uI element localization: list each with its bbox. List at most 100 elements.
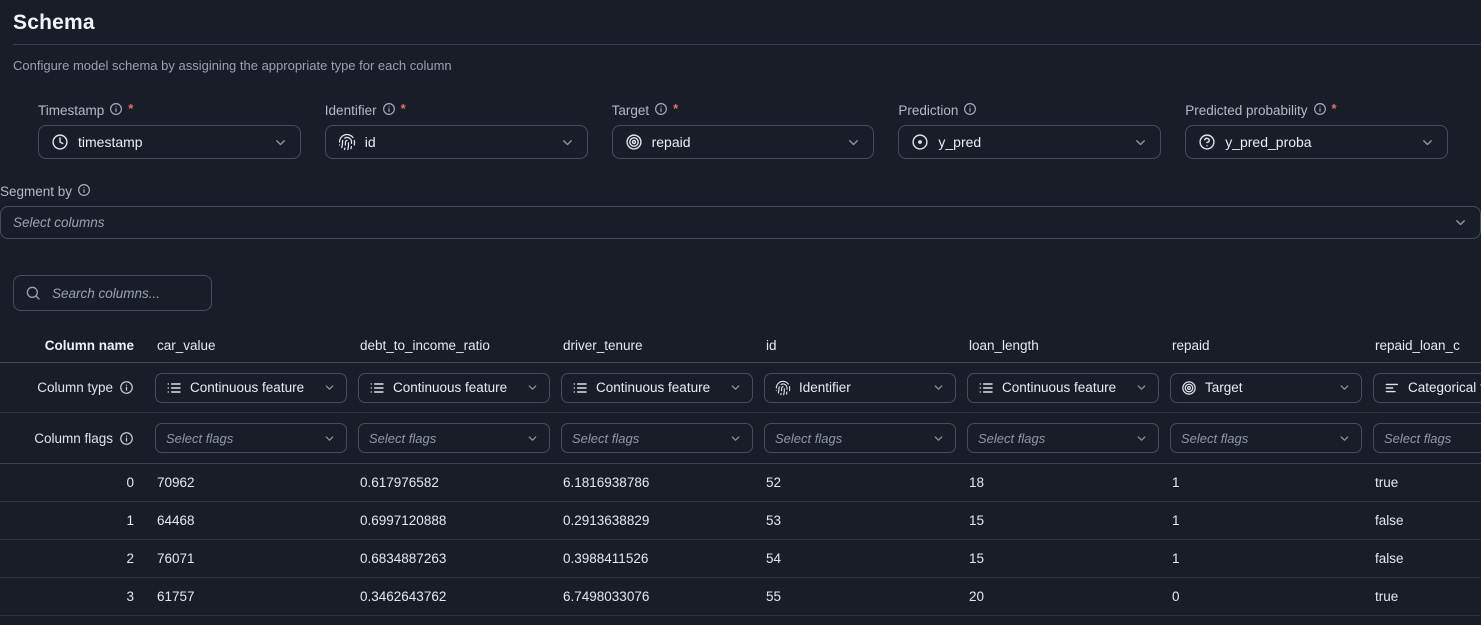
column-flags-header: Column flags: [0, 431, 155, 446]
target-select[interactable]: repaid: [612, 125, 875, 159]
flags-placeholder: Select flags: [978, 431, 1045, 446]
list-icon: [572, 380, 588, 396]
column-type-value: Identifier: [799, 380, 851, 395]
cell-loan-length: 20: [967, 589, 1170, 604]
prediction-label-row: Prediction: [898, 103, 1161, 118]
cell-repaid: 1: [1170, 551, 1373, 566]
cell-driver-tenure: 6.7498033076: [561, 589, 764, 604]
row-index: 1: [0, 513, 155, 528]
column-type-select-driver-tenure[interactable]: Continuous feature: [561, 373, 753, 403]
cell-id: 53: [764, 513, 967, 528]
column-flags-select-debt-to-income-ratio[interactable]: Select flags: [358, 423, 550, 453]
chevron-down-icon: [1338, 432, 1351, 445]
fingerprint-icon: [338, 133, 356, 151]
cell-debt-to-income-ratio: 0.3462643762: [358, 589, 561, 604]
cell-car-value: 61757: [155, 589, 358, 604]
column-flags-select-repaid[interactable]: Select flags: [1170, 423, 1362, 453]
segment-by-select[interactable]: Select columns: [0, 206, 1481, 239]
page-title: Schema: [13, 11, 1481, 35]
cell-driver-tenure: 0.3988411526: [561, 551, 764, 566]
required-asterisk: *: [673, 101, 678, 116]
column-flags-select-id[interactable]: Select flags: [764, 423, 956, 453]
column-type-row: Column type Continuous feature Continuou…: [0, 363, 1481, 413]
search-input[interactable]: [50, 285, 200, 302]
column-header-repaid-loan-c: repaid_loan_c: [1373, 338, 1481, 353]
info-icon[interactable]: [654, 102, 668, 116]
column-flags-select-car-value[interactable]: Select flags: [155, 423, 347, 453]
chevron-down-icon: [1338, 381, 1351, 394]
cell-debt-to-income-ratio: 0.6834887263: [358, 551, 561, 566]
column-type-select-debt-to-income-ratio[interactable]: Continuous feature: [358, 373, 550, 403]
cell-loan-length: 15: [967, 513, 1170, 528]
flags-placeholder: Select flags: [1181, 431, 1248, 446]
info-icon[interactable]: [382, 102, 396, 116]
chevron-down-icon: [323, 432, 336, 445]
identifier-select-value: id: [365, 134, 376, 150]
chevron-down-icon: [932, 432, 945, 445]
column-type-value: Continuous feature: [190, 380, 304, 395]
cell-repaid-loan-c: false: [1373, 513, 1481, 528]
table-row: 1 64468 0.6997120888 0.2913638829 53 15 …: [0, 502, 1481, 540]
identifier-select[interactable]: id: [325, 125, 588, 159]
table-header-row: Column name car_value debt_to_income_rat…: [0, 329, 1481, 363]
column-flags-row: Column flags Select flags Select flags S…: [0, 413, 1481, 464]
column-type-select-repaid[interactable]: Target: [1170, 373, 1362, 403]
column-flags-select-driver-tenure[interactable]: Select flags: [561, 423, 753, 453]
column-flags-select-loan-length[interactable]: Select flags: [967, 423, 1159, 453]
circle-dot-icon: [911, 133, 929, 151]
segment-by-placeholder: Select columns: [13, 215, 105, 230]
predicted-probability-label: Predicted probability: [1185, 103, 1307, 118]
info-icon[interactable]: [1313, 102, 1327, 116]
row-index: 3: [0, 589, 155, 604]
cell-repaid: 1: [1170, 513, 1373, 528]
prediction-select[interactable]: y_pred: [898, 125, 1161, 159]
chevron-down-icon: [1135, 381, 1148, 394]
search-icon: [25, 285, 41, 301]
chevron-down-icon: [846, 135, 861, 150]
info-icon[interactable]: [77, 183, 91, 197]
chevron-down-icon: [1420, 135, 1435, 150]
table-row: 0 70962 0.617976582 6.1816938786 52 18 1…: [0, 464, 1481, 502]
segment-by-row: Segment by Select columns: [0, 184, 1481, 239]
column-name-header: Column name: [0, 338, 155, 353]
column-type-select-loan-length[interactable]: Continuous feature: [967, 373, 1159, 403]
table-row: 2 76071 0.6834887263 0.3988411526 54 15 …: [0, 540, 1481, 578]
info-icon[interactable]: [119, 431, 134, 446]
column-type-select-id[interactable]: Identifier: [764, 373, 956, 403]
prediction-select-value: y_pred: [938, 134, 981, 150]
info-icon[interactable]: [119, 380, 134, 395]
chevron-down-icon: [273, 135, 288, 150]
timestamp-label: Timestamp: [38, 103, 104, 118]
target-label: Target: [612, 103, 650, 118]
field-timestamp: Timestamp * timestamp: [38, 103, 301, 159]
timestamp-select-value: timestamp: [78, 134, 143, 150]
column-flags-select-repaid-loan-c[interactable]: Select flags: [1373, 423, 1481, 453]
info-icon[interactable]: [109, 102, 123, 116]
column-type-value: Continuous feature: [1002, 380, 1116, 395]
chevron-down-icon: [729, 432, 742, 445]
segment-by-label-row: Segment by: [0, 184, 1481, 199]
field-prediction: Prediction y_pred: [898, 103, 1161, 159]
timestamp-select[interactable]: timestamp: [38, 125, 301, 159]
column-type-select-repaid-loan-c[interactable]: Categorical feature: [1373, 373, 1481, 403]
field-identifier: Identifier * id: [325, 103, 588, 159]
search-box[interactable]: [13, 275, 212, 311]
required-asterisk: *: [1332, 101, 1337, 116]
chevron-down-icon: [323, 381, 336, 394]
predicted-probability-select[interactable]: y_pred_proba: [1185, 125, 1448, 159]
identifier-label: Identifier: [325, 103, 377, 118]
cell-car-value: 70962: [155, 475, 358, 490]
prediction-label: Prediction: [898, 103, 958, 118]
chevron-down-icon: [526, 432, 539, 445]
column-type-value: Continuous feature: [393, 380, 507, 395]
cell-id: 52: [764, 475, 967, 490]
info-icon[interactable]: [963, 102, 977, 116]
flags-placeholder: Select flags: [369, 431, 436, 446]
column-header-id: id: [764, 338, 967, 353]
cell-id: 54: [764, 551, 967, 566]
cell-loan-length: 15: [967, 551, 1170, 566]
chevron-down-icon: [560, 135, 575, 150]
column-type-select-car-value[interactable]: Continuous feature: [155, 373, 347, 403]
cell-driver-tenure: 6.1816938786: [561, 475, 764, 490]
cell-repaid-loan-c: false: [1373, 551, 1481, 566]
